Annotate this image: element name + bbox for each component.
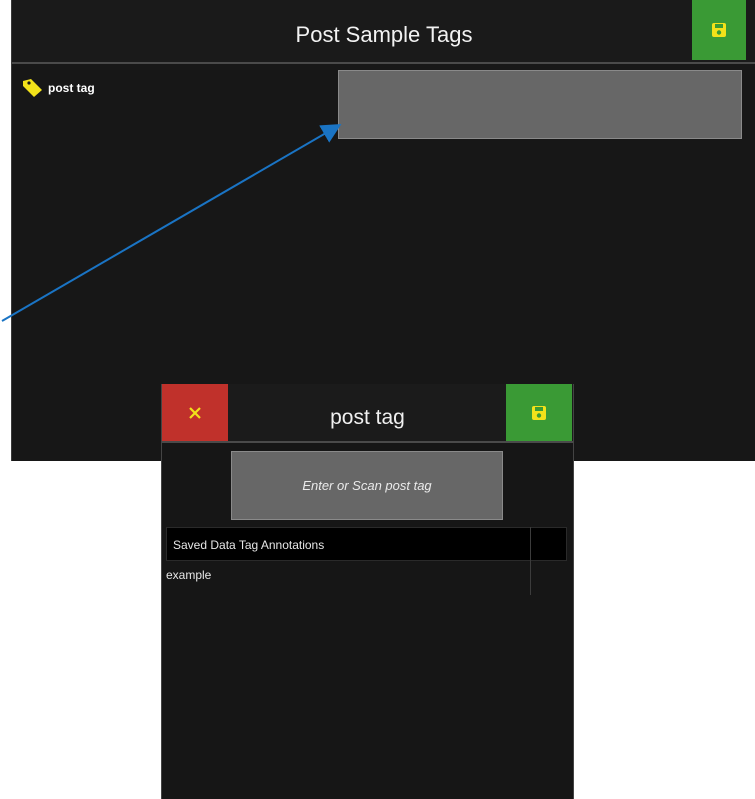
dialog-header: post tag <box>162 384 573 443</box>
post-tag-field[interactable] <box>338 70 742 139</box>
table-row-label: example <box>166 568 212 582</box>
cancel-button[interactable] <box>162 384 228 441</box>
close-icon <box>189 406 201 419</box>
floppy-disk-icon <box>532 405 546 420</box>
page-title: Post Sample Tags <box>295 22 473 47</box>
table-row[interactable]: example <box>166 563 530 591</box>
post-tag-label-text: post tag <box>48 81 95 95</box>
dialog-title: post tag <box>330 406 405 429</box>
tag-icon <box>23 79 42 97</box>
post-tag-dialog: post tag Enter or Scan post tag Saved Da… <box>161 384 574 799</box>
table-header: Saved Data Tag Annotations <box>166 527 567 561</box>
post-tag-label: post tag <box>22 78 95 98</box>
dialog-save-button[interactable] <box>506 384 572 441</box>
post-tag-input[interactable]: Enter or Scan post tag <box>231 451 503 520</box>
main-header: Post Sample Tags <box>12 0 755 64</box>
column-divider <box>530 527 531 595</box>
saved-annotations-table: Saved Data Tag Annotations example <box>166 527 567 597</box>
save-button[interactable] <box>692 0 746 60</box>
floppy-disk-icon <box>712 23 726 37</box>
table-header-label: Saved Data Tag Annotations <box>173 538 325 552</box>
